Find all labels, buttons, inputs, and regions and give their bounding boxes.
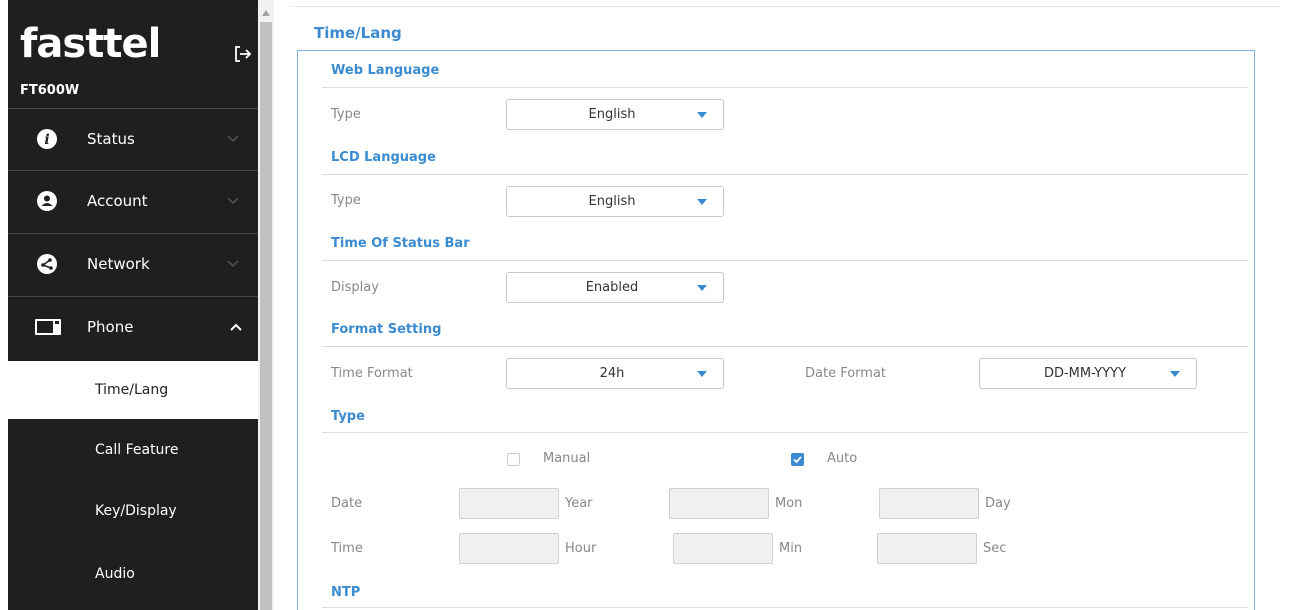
sidebar-item-phone[interactable]: Phone <box>8 296 258 358</box>
sidebar-item-label: Account <box>87 192 148 210</box>
caret-down-icon <box>697 285 707 291</box>
user-icon <box>37 191 57 211</box>
caret-down-icon <box>1170 371 1180 377</box>
minute-input[interactable] <box>673 533 773 564</box>
brand-logo: fasttel <box>20 21 161 67</box>
date-format-label: Date Format <box>805 366 887 381</box>
caret-down-icon <box>697 371 707 377</box>
section-divider <box>322 432 1248 433</box>
device-model: FT600W <box>20 83 80 98</box>
date-format-select[interactable]: DD-MM-YYYY <box>979 358 1197 389</box>
info-icon: i <box>37 129 57 149</box>
section-divider <box>322 174 1248 175</box>
check-icon <box>793 456 802 464</box>
scrollbar-thumb[interactable] <box>260 22 272 610</box>
sidebar: fasttel FT600W i Status Account Network … <box>8 0 258 610</box>
svg-text:i: i <box>44 132 49 148</box>
sidebar-subitem-audio[interactable]: Audio <box>8 545 258 603</box>
sec-label: Sec <box>983 541 1007 556</box>
sidebar-subitem-time-lang[interactable]: Time/Lang <box>8 361 258 419</box>
status-bar-display-select[interactable]: Enabled <box>506 272 724 303</box>
sidebar-subitem-label: Time/Lang <box>95 382 169 398</box>
sidebar-item-label: Status <box>87 130 135 148</box>
section-title-type: Type <box>331 409 365 424</box>
auto-label: Auto <box>827 451 858 466</box>
sidebar-scrollbar[interactable] <box>258 0 274 610</box>
chevron-down-icon <box>227 197 239 205</box>
chevron-down-icon <box>227 260 239 268</box>
day-input[interactable] <box>879 488 979 519</box>
sidebar-item-label: Network <box>87 255 150 273</box>
year-label: Year <box>565 496 593 511</box>
app-root: fasttel FT600W i Status Account Network … <box>0 0 1293 610</box>
section-divider <box>322 607 1248 608</box>
select-value: Enabled <box>585 280 639 295</box>
lcd-language-type-label: Type <box>331 193 361 208</box>
select-value: DD-MM-YYYY <box>1043 366 1127 381</box>
sidebar-subitem-key-display[interactable]: Key/Display <box>8 482 258 540</box>
section-divider <box>322 346 1248 347</box>
day-label: Day <box>985 496 1011 511</box>
scroll-up-arrow-icon[interactable] <box>262 10 270 16</box>
web-language-select[interactable]: English <box>506 99 724 130</box>
hour-input[interactable] <box>459 533 559 564</box>
chevron-down-icon <box>227 135 239 143</box>
min-label: Min <box>779 541 803 556</box>
time-format-label: Time Format <box>331 366 413 381</box>
time-label: Time <box>331 541 363 556</box>
select-value: English <box>588 107 636 122</box>
caret-down-icon <box>697 199 707 205</box>
lcd-language-select[interactable]: English <box>506 186 724 217</box>
chevron-up-icon <box>230 323 242 331</box>
sidebar-item-label: Phone <box>87 318 134 336</box>
section-title-lcd-language: LCD Language <box>331 150 436 165</box>
sidebar-subitem-label: Key/Display <box>95 503 177 519</box>
section-title-ntp: NTP <box>331 585 361 600</box>
network-icon <box>37 254 57 274</box>
year-input[interactable] <box>459 488 559 519</box>
section-divider <box>322 260 1248 261</box>
web-language-type-label: Type <box>331 107 361 122</box>
logout-icon[interactable] <box>232 44 252 64</box>
section-title-format: Format Setting <box>331 322 442 337</box>
manual-checkbox[interactable] <box>507 453 520 466</box>
sidebar-subitem-label: Call Feature <box>95 442 179 458</box>
select-value: English <box>588 194 636 209</box>
hour-label: Hour <box>565 541 597 556</box>
phone-icon <box>35 319 61 335</box>
sidebar-item-account[interactable]: Account <box>8 170 258 232</box>
page-title: Time/Lang <box>314 24 402 42</box>
sidebar-item-network[interactable]: Network <box>8 233 258 295</box>
section-title-status-bar: Time Of Status Bar <box>331 236 470 251</box>
caret-down-icon <box>697 112 707 118</box>
top-divider <box>290 6 1280 7</box>
sidebar-item-status[interactable]: i Status <box>8 108 258 170</box>
manual-label: Manual <box>543 451 591 466</box>
sidebar-subitem-label: Audio <box>95 566 135 582</box>
select-value: 24h <box>599 366 625 381</box>
time-format-select[interactable]: 24h <box>506 358 724 389</box>
mon-label: Mon <box>775 496 803 511</box>
auto-checkbox[interactable] <box>791 453 804 466</box>
second-input[interactable] <box>877 533 977 564</box>
date-label: Date <box>331 496 363 511</box>
sidebar-subitem-call-feature[interactable]: Call Feature <box>8 421 258 479</box>
month-input[interactable] <box>669 488 769 519</box>
status-bar-display-label: Display <box>331 280 379 295</box>
section-title-web-language: Web Language <box>331 63 440 78</box>
section-divider <box>322 87 1248 88</box>
